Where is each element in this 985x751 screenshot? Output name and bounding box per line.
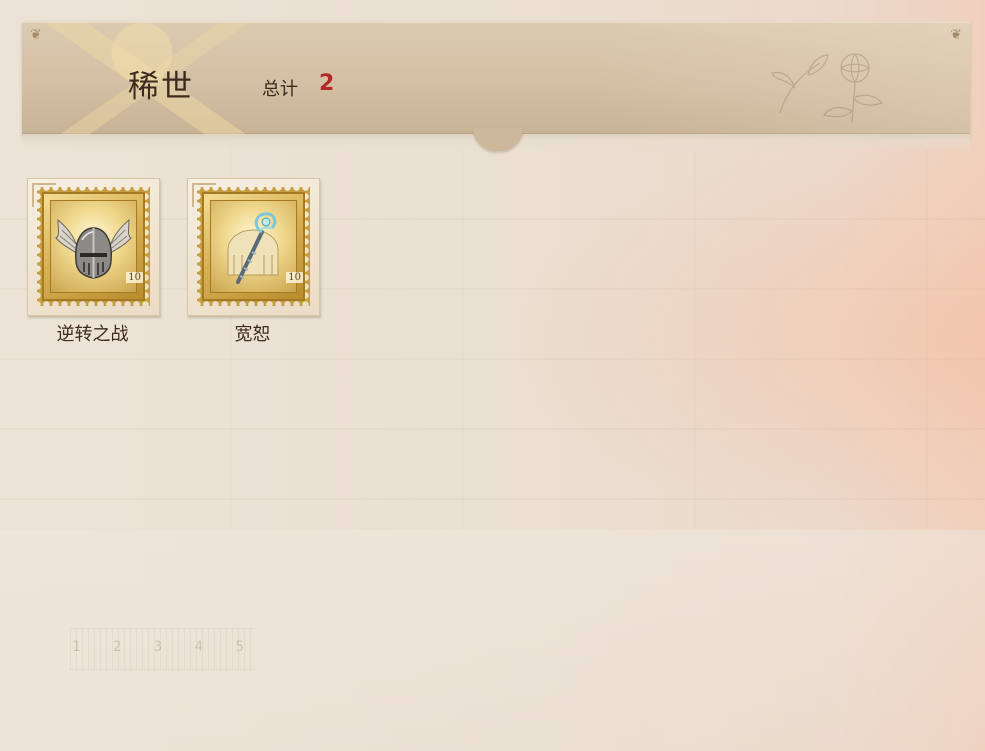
stamp-perforated-border: 10: [197, 187, 310, 306]
stamp-card-frame: 10: [187, 178, 320, 316]
category-header: ❦ ❦ 稀世 总计 2: [22, 21, 970, 136]
stamp-card-frame: 10: [27, 178, 160, 316]
corner-flourish-icon: ❦: [30, 27, 42, 43]
stamp-name: 宽恕: [234, 324, 271, 345]
total-label: 总计: [262, 79, 298, 100]
total-count: 2: [319, 71, 335, 96]
page-title: 稀世: [128, 69, 194, 105]
corner-flourish-icon: ❦: [950, 27, 962, 43]
stamp-face: 10: [202, 192, 305, 301]
flower-sketch-icon: [771, 53, 884, 124]
stamp-name: 逆转之战: [56, 324, 129, 345]
stamp-value: 10: [286, 272, 303, 283]
stamp-value: 10: [126, 272, 143, 283]
stamp-card[interactable]: 10 逆转之战: [27, 178, 160, 353]
stamp-perforated-border: 10: [37, 187, 150, 306]
stamp-card[interactable]: 10 宽恕: [187, 178, 320, 353]
background-ruler-numbers: 1 2 3 4 5: [72, 639, 256, 655]
stamp-face: 10: [42, 192, 145, 301]
crystal-staff-icon: [210, 200, 297, 293]
winged-helmet-icon: [50, 200, 137, 293]
